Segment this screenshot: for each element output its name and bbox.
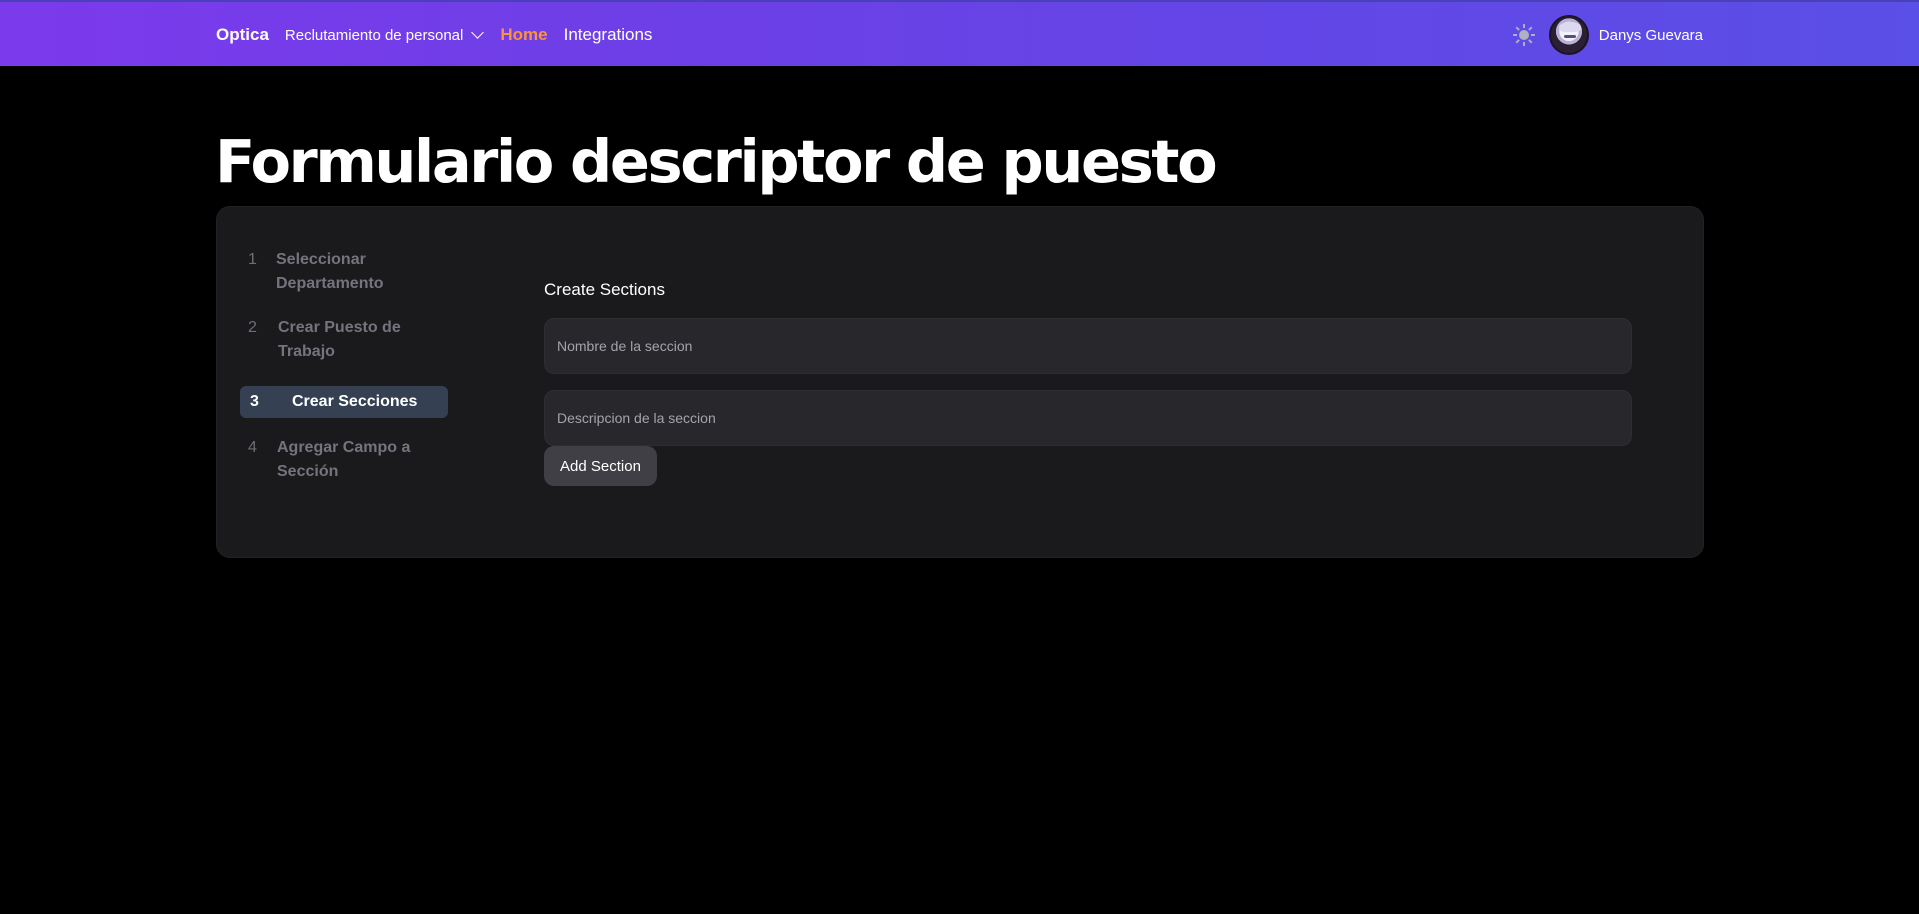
step-number: 4 bbox=[248, 439, 257, 456]
step-3-crear-secciones[interactable]: 3 Crear Secciones bbox=[240, 386, 448, 418]
sun-icon[interactable] bbox=[1512, 24, 1535, 46]
step-1-seleccionar-departamento[interactable]: 1 Seleccionar Departamento bbox=[240, 248, 406, 296]
nav-link-integrations[interactable]: Integrations bbox=[564, 25, 653, 45]
form-heading: Create Sections bbox=[544, 280, 665, 299]
navbar-user-area: Danys Guevara bbox=[1512, 15, 1703, 55]
step-label: Crear Secciones bbox=[292, 393, 418, 410]
nav-link-home[interactable]: Home bbox=[500, 25, 547, 45]
chevron-down-icon bbox=[471, 26, 485, 39]
form-card bbox=[216, 206, 1704, 558]
module-dropdown-label: Reclutamiento de personal bbox=[284, 26, 464, 44]
section-description-input[interactable] bbox=[544, 390, 1632, 446]
step-2-crear-puesto[interactable]: 2 Crear Puesto de Trabajo bbox=[240, 316, 418, 364]
sun-core bbox=[1518, 30, 1529, 40]
top-navbar: Optica Reclutamiento de personal Home In… bbox=[0, 0, 1919, 66]
page-title: Formulario descriptor de puesto bbox=[215, 127, 1218, 196]
navbar-inner: Optica Reclutamiento de personal Home In… bbox=[216, 2, 1703, 68]
avatar[interactable] bbox=[1548, 15, 1589, 55]
brand-logo[interactable]: Optica bbox=[216, 25, 269, 45]
step-number: 2 bbox=[248, 319, 257, 336]
step-label: Agregar Campo a Sección bbox=[277, 439, 411, 480]
section-name-input[interactable] bbox=[544, 318, 1632, 374]
step-number: 3 bbox=[250, 393, 259, 410]
step-4-agregar-campo[interactable]: 4 Agregar Campo a Sección bbox=[240, 436, 422, 484]
module-dropdown[interactable]: Reclutamiento de personal bbox=[284, 26, 485, 44]
user-name[interactable]: Danys Guevara bbox=[1599, 27, 1703, 44]
step-number: 1 bbox=[248, 251, 257, 268]
step-label: Seleccionar Departamento bbox=[276, 251, 384, 292]
step-label: Crear Puesto de Trabajo bbox=[278, 319, 401, 360]
add-section-button[interactable]: Add Section bbox=[544, 446, 657, 486]
